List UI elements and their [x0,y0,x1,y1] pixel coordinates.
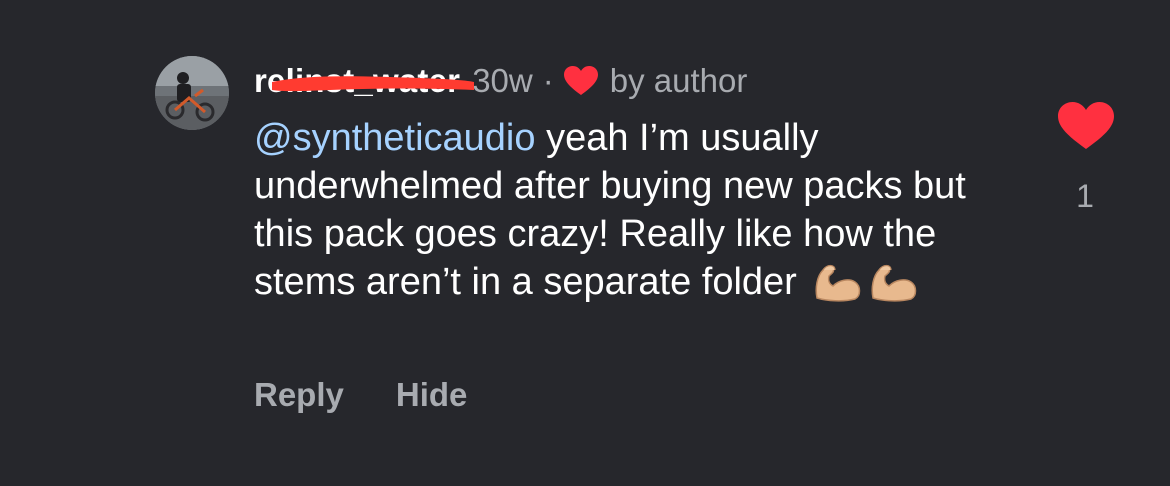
comment-text: @syntheticaudio yeah I’m usually underwh… [254,114,1024,306]
comment-item: relinst_water 30w · by author @synthetic… [0,0,1170,486]
timestamp: 30w [472,62,533,99]
flexed-biceps-emoji-icon [871,264,917,302]
avatar-photo-icon [155,56,229,130]
separator-dot: · [542,62,554,99]
avatar[interactable] [155,56,229,130]
reply-button[interactable]: Reply [254,376,344,414]
heart-icon [563,66,598,95]
like-heart-icon[interactable] [1058,102,1114,150]
liked-by-author-label: by author [609,62,748,99]
comment-actions: Reply Hide [254,376,467,414]
hide-button[interactable]: Hide [396,376,468,414]
emoji-group: 💪🏼💪🏼 [807,261,919,303]
username[interactable]: relinst_water [254,62,474,100]
like-count: 1 [1076,178,1094,214]
mention-link[interactable]: @syntheticaudio [254,117,536,159]
comment-header: relinst_water 30w · by author [254,58,747,104]
username-text[interactable]: relinst_water [254,62,460,99]
emoji-text: 💪🏼💪🏼 [807,258,808,259]
flexed-biceps-emoji-icon [815,264,861,302]
